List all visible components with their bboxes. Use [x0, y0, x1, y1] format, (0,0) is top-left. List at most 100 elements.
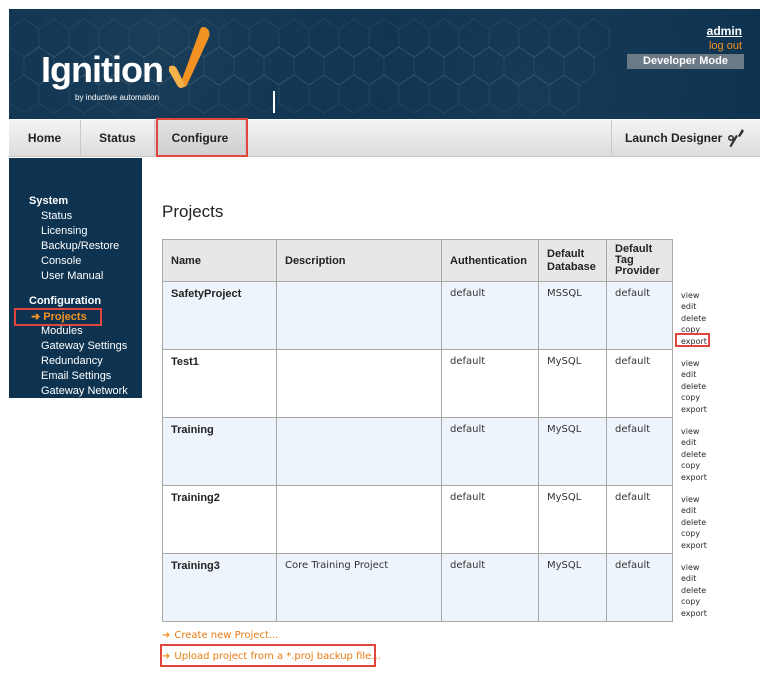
edit-link[interactable]: edit [681, 437, 712, 449]
text-cursor [273, 91, 275, 113]
delete-link[interactable]: delete [681, 381, 712, 393]
sidebar-item-console[interactable]: Console [41, 255, 81, 267]
developer-mode-badge: Developer Mode [627, 54, 744, 69]
arrow-right-icon: ➜ [162, 630, 171, 641]
row-actions: view edit delete copy export [672, 485, 713, 554]
admin-user-link[interactable]: admin [707, 24, 742, 38]
view-link[interactable]: view [681, 358, 712, 370]
top-nav-bar: Home Status Configure Launch Designer [9, 120, 760, 157]
table-header-row: Name Description Authentication Default … [162, 239, 713, 282]
delete-link[interactable]: delete [681, 449, 712, 461]
project-tag-provider: default [606, 349, 673, 418]
sidebar-item-modules[interactable]: Modules [41, 325, 83, 337]
sidebar-heading-configuration: Configuration [29, 295, 102, 307]
page-title: Projects [162, 202, 224, 221]
col-header-name: Name [162, 239, 277, 282]
project-database: MSSQL [538, 281, 607, 350]
sidebar-item-redundancy[interactable]: Redundancy [41, 355, 103, 367]
project-description [276, 417, 442, 486]
row-actions: view edit delete copy export [672, 417, 713, 486]
sidebar: System Status Licensing Backup/Restore C… [9, 158, 142, 398]
table-row: Training3 Core Training Project default … [162, 553, 713, 622]
project-auth: default [441, 417, 539, 486]
create-project-link[interactable]: ➜ Create new Project... [162, 630, 278, 641]
table-row: SafetyProject default MSSQL default view… [162, 281, 713, 350]
sidebar-item-licensing[interactable]: Licensing [41, 225, 87, 237]
col-header-actions [672, 239, 713, 282]
edit-link[interactable]: edit [681, 369, 712, 381]
sidebar-item-email-settings[interactable]: Email Settings [41, 370, 111, 382]
projects-highlight-box [14, 308, 102, 326]
launch-designer-button[interactable]: Launch Designer [611, 120, 760, 157]
logo-subtitle: by inductive automation [75, 93, 160, 102]
project-name: Training2 [162, 485, 277, 554]
delete-link[interactable]: delete [681, 585, 713, 597]
project-name: Training3 [162, 553, 277, 622]
sidebar-item-status[interactable]: Status [41, 210, 72, 222]
col-header-default-tag-provider: Default Tag Provider [606, 239, 673, 282]
copy-link[interactable]: copy [681, 596, 713, 608]
view-link[interactable]: view [681, 562, 713, 574]
ignition-logo-text: Ignition [41, 49, 164, 90]
edit-link[interactable]: edit [681, 301, 712, 313]
project-name: Training [162, 417, 277, 486]
table-row: Training2 default MySQL default view edi… [162, 485, 713, 554]
tab-home[interactable]: Home [9, 120, 81, 157]
project-description: Core Training Project [276, 553, 442, 622]
project-database: MySQL [538, 485, 607, 554]
project-description [276, 281, 442, 350]
export-link[interactable]: export [681, 472, 712, 484]
wrench-icon [728, 129, 744, 148]
copy-link[interactable]: copy [681, 528, 712, 540]
sidebar-heading-system: System [29, 195, 69, 207]
copy-link[interactable]: copy [681, 460, 712, 472]
project-database: MySQL [538, 417, 607, 486]
col-header-description: Description [276, 239, 442, 282]
project-auth: default [441, 485, 539, 554]
project-auth: default [441, 553, 539, 622]
project-tag-provider: default [606, 417, 673, 486]
tab-status[interactable]: Status [81, 120, 155, 157]
sidebar-item-backup-restore[interactable]: Backup/Restore [41, 240, 119, 252]
ignition-logo-mark-icon [169, 27, 210, 88]
table-row: Training default MySQL default view edit… [162, 417, 713, 486]
col-header-default-database: Default Database [538, 239, 607, 282]
project-auth: default [441, 281, 539, 350]
project-description [276, 485, 442, 554]
project-tag-provider: default [606, 485, 673, 554]
col-header-tag-line3: Provider [615, 265, 660, 277]
view-link[interactable]: view [681, 494, 712, 506]
export-link[interactable]: export [681, 404, 712, 416]
project-tag-provider: default [606, 553, 673, 622]
launch-designer-label: Launch Designer [625, 131, 723, 145]
project-tag-provider: default [606, 281, 673, 350]
delete-link[interactable]: delete [681, 313, 712, 325]
view-link[interactable]: view [681, 290, 712, 302]
header-banner: Ignition by inductive automation admin l… [9, 9, 760, 119]
upload-highlight-box [160, 644, 376, 667]
col-header-default-database-line1: Default [547, 247, 585, 260]
view-link[interactable]: view [681, 426, 712, 438]
logout-link[interactable]: log out [709, 40, 742, 52]
col-header-default-database-line2: Database [547, 260, 596, 273]
export-highlight-box [675, 333, 710, 347]
project-name: SafetyProject [162, 281, 277, 350]
copy-link[interactable]: copy [681, 392, 712, 404]
sidebar-item-gateway-network[interactable]: Gateway Network [41, 385, 128, 397]
create-project-label: Create new Project... [174, 630, 279, 641]
export-link[interactable]: export [681, 608, 713, 620]
delete-link[interactable]: delete [681, 517, 712, 529]
edit-link[interactable]: edit [681, 505, 712, 517]
project-database: MySQL [538, 553, 607, 622]
configure-highlight-box [156, 118, 248, 157]
sidebar-item-user-manual[interactable]: User Manual [41, 270, 103, 282]
table-row: Test1 default MySQL default view edit de… [162, 349, 713, 418]
project-description [276, 349, 442, 418]
sidebar-item-gateway-settings[interactable]: Gateway Settings [41, 340, 127, 352]
col-header-authentication: Authentication [441, 239, 539, 282]
project-auth: default [441, 349, 539, 418]
edit-link[interactable]: edit [681, 573, 713, 585]
export-link[interactable]: export [681, 540, 712, 552]
row-actions: view edit delete copy export [672, 349, 713, 418]
row-actions: view edit delete copy export [672, 553, 713, 622]
